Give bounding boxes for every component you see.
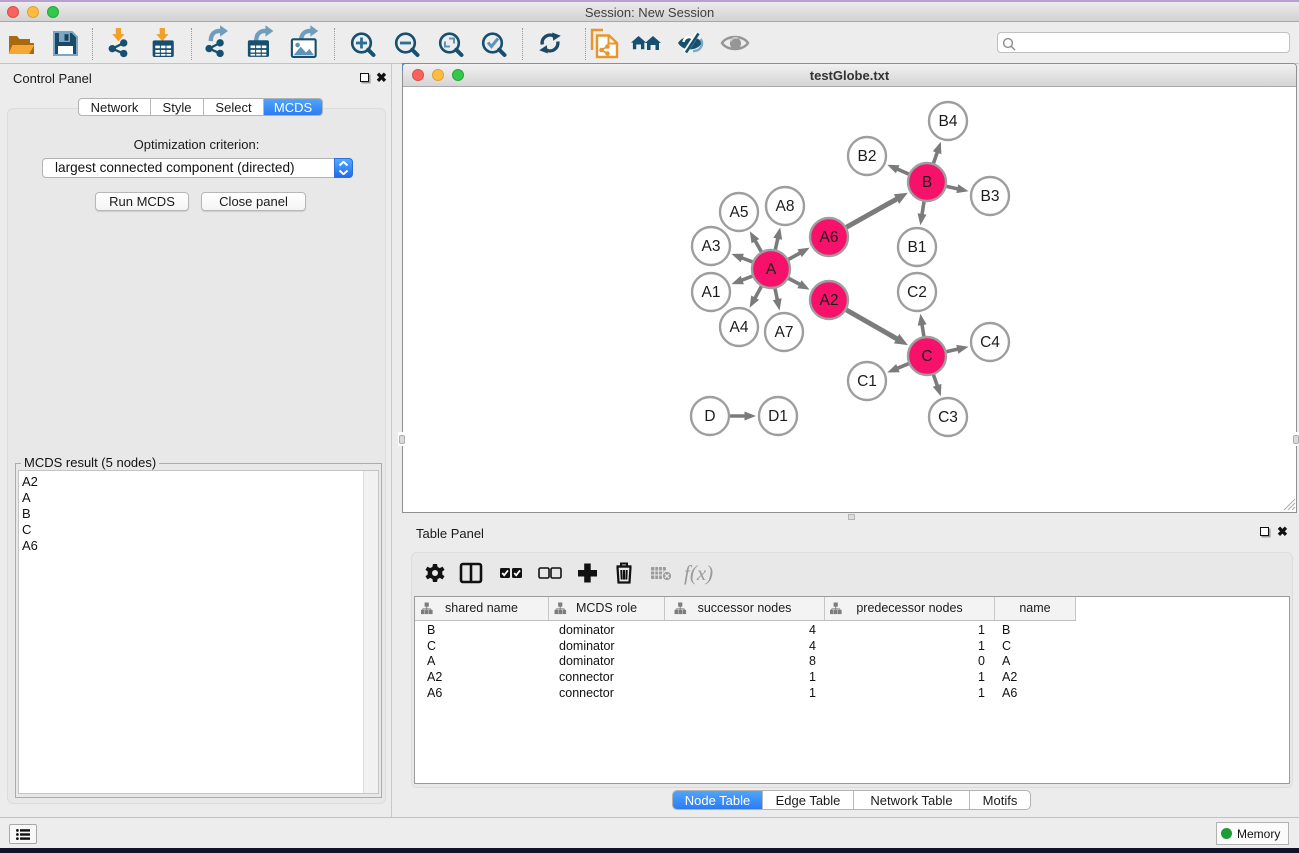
svg-text:A2: A2 — [820, 292, 839, 309]
svg-text:f(x): f(x) — [684, 561, 713, 585]
svg-text:C2: C2 — [907, 284, 927, 301]
svg-text:A4: A4 — [730, 319, 749, 336]
svg-text:A6: A6 — [820, 229, 839, 246]
svg-text:D: D — [704, 408, 715, 425]
svg-text:A5: A5 — [730, 204, 749, 221]
svg-text:A3: A3 — [702, 238, 721, 255]
svg-text:A1: A1 — [702, 284, 721, 301]
svg-text:B: B — [922, 174, 932, 191]
svg-text:A: A — [766, 261, 777, 278]
svg-text:B3: B3 — [981, 188, 1000, 205]
svg-text:C1: C1 — [857, 373, 877, 390]
svg-text:A7: A7 — [775, 324, 794, 341]
svg-text:B2: B2 — [858, 148, 877, 165]
svg-text:B1: B1 — [908, 239, 927, 256]
svg-text:B4: B4 — [939, 113, 958, 130]
svg-text:C3: C3 — [938, 409, 958, 426]
svg-text:D1: D1 — [768, 408, 788, 425]
svg-text:A8: A8 — [776, 198, 795, 215]
svg-text:C4: C4 — [980, 334, 1000, 351]
svg-text:C: C — [921, 348, 932, 365]
